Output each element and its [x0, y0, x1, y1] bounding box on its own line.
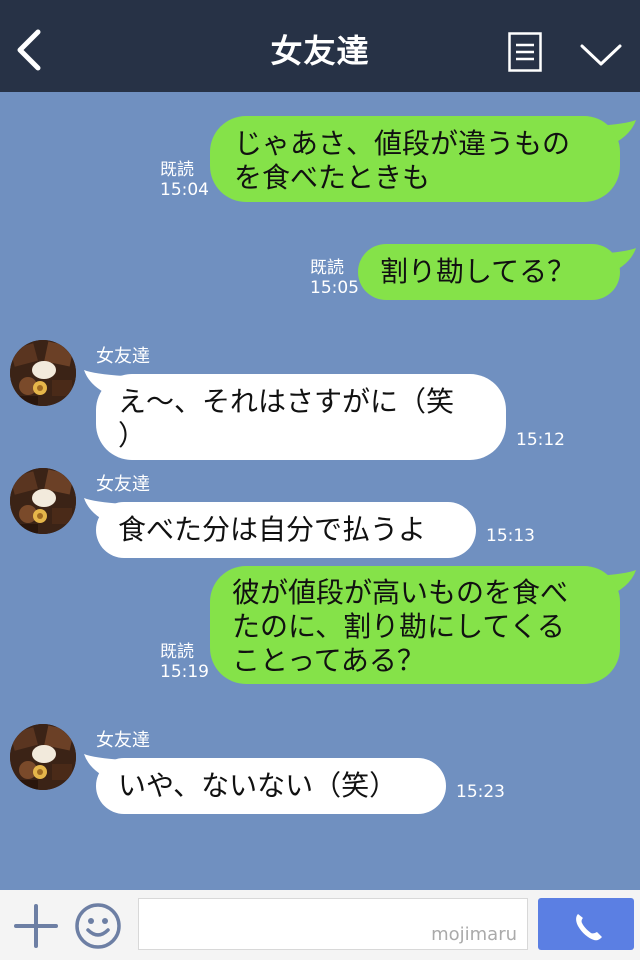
add-attachment-button[interactable]: [14, 904, 58, 948]
chocolate-avatar-image: [10, 340, 76, 406]
message-status: 既読 15:05: [310, 258, 359, 298]
emoji-button[interactable]: [74, 902, 122, 950]
message-status: 既読 15:19: [160, 642, 209, 682]
message-text-line: を食べたときも: [234, 161, 431, 194]
message-bubble[interactable]: いや、ないない（笑）: [96, 758, 446, 814]
notes-icon: [508, 32, 542, 72]
read-receipt: 既読: [310, 258, 344, 278]
sender-name: 女友達: [96, 346, 150, 367]
smiley-icon: [75, 903, 121, 949]
plus-icon: [14, 904, 58, 948]
message-text-line: 割り勘してる？: [380, 255, 576, 288]
message-input[interactable]: mojimaru: [138, 898, 528, 950]
message-text-line: たのに、割り勘にしてくる: [232, 610, 565, 643]
message-time: 15:19: [160, 662, 209, 682]
message-time: 15:12: [516, 430, 565, 450]
read-receipt: 既読: [160, 642, 194, 662]
sender-name: 女友達: [96, 474, 150, 495]
notes-button[interactable]: [508, 32, 542, 72]
call-button[interactable]: [538, 898, 634, 950]
chat-area[interactable]: 既読 15:04 じゃあさ、値段が違うもの を食べたときも 既読 15:05 割…: [0, 92, 640, 890]
avatar[interactable]: [10, 468, 76, 534]
chat-title: 女友達: [270, 32, 370, 70]
chocolate-avatar-image: [10, 724, 76, 790]
sender-name: 女友達: [96, 730, 150, 751]
message-time: 15:13: [486, 526, 535, 546]
avatar[interactable]: [10, 340, 76, 406]
message-text-line: ことってある？: [232, 644, 425, 677]
message-bubble[interactable]: え〜、それはさすがに（笑 ）: [96, 374, 506, 460]
options-dropdown-button[interactable]: [578, 38, 624, 70]
message-bubble[interactable]: 彼が値段が高いものを食べ たのに、割り勘にしてくる ことってある？: [210, 566, 620, 684]
message-time: 15:04: [160, 180, 209, 200]
message-text-line: じゃあさ、値段が違うもの: [234, 127, 571, 160]
message-time: 15:05: [310, 278, 359, 298]
message-text-line: いや、ないない（笑）: [118, 769, 398, 802]
chevron-down-icon: [580, 44, 622, 66]
message-time: 15:23: [456, 782, 505, 802]
input-bar: mojimaru: [0, 890, 640, 960]
message-bubble[interactable]: じゃあさ、値段が違うもの を食べたときも: [210, 116, 620, 202]
chat-header: 女友達: [0, 0, 640, 92]
phone-icon: [576, 914, 602, 941]
message-text-line: ）: [118, 419, 147, 452]
read-receipt: 既読: [160, 160, 194, 180]
message-bubble[interactable]: 割り勘してる？: [358, 244, 620, 300]
message-text-line: え〜、それはさすがに（笑: [118, 385, 455, 418]
avatar[interactable]: [10, 724, 76, 790]
watermark-text: mojimaru: [431, 924, 517, 945]
message-text-line: 彼が値段が高いものを食べ: [232, 576, 569, 609]
chocolate-avatar-image: [10, 468, 76, 534]
message-text-line: 食べた分は自分で払うよ: [118, 513, 427, 546]
message-status: 既読 15:04: [160, 160, 209, 200]
message-bubble[interactable]: 食べた分は自分で払うよ: [96, 502, 476, 558]
